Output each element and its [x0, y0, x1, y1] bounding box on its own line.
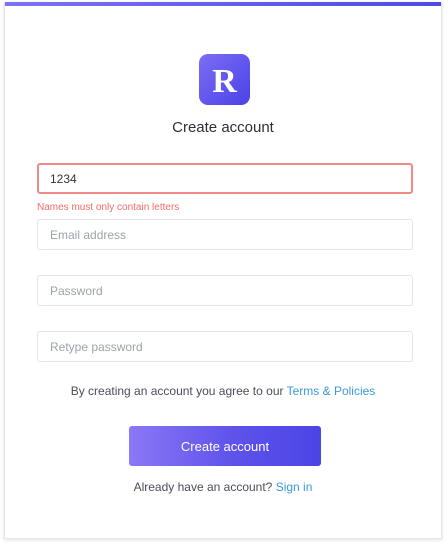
svg-text:R: R: [212, 63, 237, 100]
app-logo: R: [199, 54, 250, 105]
signin-text: Already have an account?: [133, 480, 276, 494]
signin-link[interactable]: Sign in: [276, 480, 313, 494]
retype-password-field[interactable]: [37, 331, 413, 362]
terms-link[interactable]: Terms & Policies: [287, 384, 376, 398]
terms-notice: By creating an account you agree to our …: [5, 384, 441, 398]
email-field[interactable]: [37, 219, 413, 250]
logo-r-icon: R: [212, 63, 237, 100]
signup-card: R Create account Names must only contain…: [4, 2, 442, 539]
terms-text: By creating an account you agree to our: [70, 384, 287, 398]
page-title: Create account: [172, 119, 274, 136]
name-field[interactable]: [37, 163, 413, 194]
accent-bar: [5, 2, 441, 6]
signin-prompt: Already have an account? Sign in: [5, 480, 441, 494]
name-error-message: Names must only contain letters: [37, 202, 180, 213]
create-account-button[interactable]: Create account: [129, 426, 321, 466]
password-field[interactable]: [37, 275, 413, 306]
